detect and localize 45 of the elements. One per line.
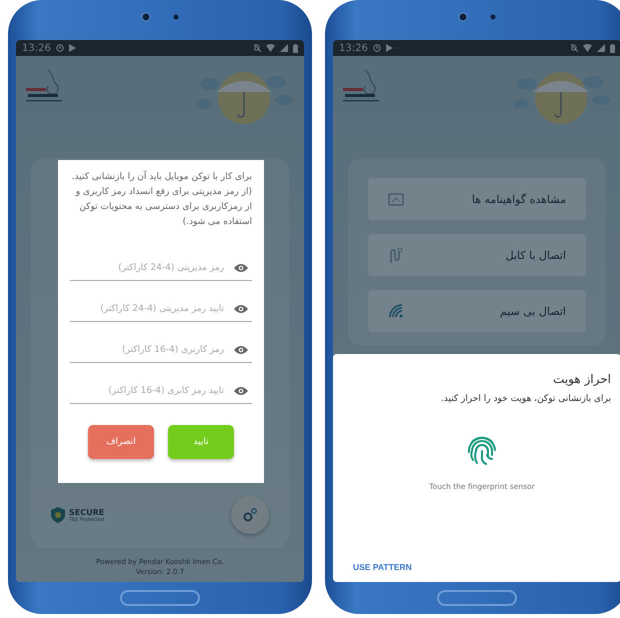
home-button[interactable] bbox=[120, 590, 200, 606]
wifi-icon bbox=[266, 44, 275, 52]
cancel-button[interactable]: انصراف bbox=[88, 425, 154, 459]
sheet-title: احراز هویت bbox=[552, 372, 611, 386]
eye-icon bbox=[234, 345, 248, 355]
password-field[interactable]: تایید رمز مدیریتی (4-24 کاراکتر) bbox=[74, 303, 226, 315]
sheet-message: برای بازنشانی توکن، هویت خود را احراز کنید. bbox=[440, 394, 611, 404]
sensor-icon bbox=[173, 14, 179, 20]
use-pattern-link[interactable]: USE PATTERN bbox=[353, 562, 412, 572]
dialog-message: برای کار با توکن موبایل باید آن را بازنشانی کنید. (از رمز مدیریتی برای رفع انسداد رمز کاربری و از رمزکاربری برای دسترسی به محتویات توکن استفاده می شود.) bbox=[70, 170, 252, 229]
alarm-icon bbox=[372, 44, 381, 52]
gears-icon bbox=[242, 507, 258, 523]
confirm-button[interactable]: تایید bbox=[168, 425, 234, 459]
status-time: 13:26 bbox=[339, 42, 368, 54]
eye-icon bbox=[234, 263, 248, 273]
home-button[interactable] bbox=[437, 590, 517, 606]
fingerprint-icon bbox=[465, 434, 499, 468]
eye-icon bbox=[234, 386, 248, 396]
password-field[interactable]: تایید رمز کابری (4-16 کاراکتر) bbox=[74, 385, 226, 397]
cable-icon bbox=[388, 247, 404, 263]
battery-icon bbox=[610, 44, 615, 52]
status-time: 13:26 bbox=[22, 42, 51, 54]
wifi-icon bbox=[583, 44, 592, 52]
secure-title: SECURE bbox=[69, 508, 104, 516]
password-field[interactable]: رمز مدیریتی (4-24 کاراکتر) bbox=[74, 262, 226, 274]
battery-icon bbox=[293, 44, 298, 52]
camera-icon bbox=[141, 12, 151, 22]
certificate-icon bbox=[388, 192, 404, 206]
signal-icon bbox=[597, 44, 605, 52]
settings-button[interactable] bbox=[231, 496, 269, 534]
mute-icon bbox=[253, 44, 261, 52]
mute-icon bbox=[570, 44, 578, 52]
shield-icon bbox=[51, 507, 65, 523]
sensor-icon bbox=[490, 14, 496, 20]
signal-icon bbox=[280, 44, 288, 52]
wireless-icon bbox=[388, 303, 404, 319]
password-field[interactable]: رمز کاربری (4-16 کاراکتر) bbox=[74, 344, 226, 356]
eye-icon bbox=[234, 304, 248, 314]
play-store-icon bbox=[386, 44, 393, 52]
alarm-icon bbox=[56, 44, 64, 52]
play-store-icon bbox=[68, 44, 76, 52]
camera-icon bbox=[458, 12, 468, 22]
menu-button[interactable]: مشاهده گواهینامه ها bbox=[368, 178, 586, 220]
menu-button[interactable]: اتصال بی سیم bbox=[368, 290, 586, 332]
menu-button[interactable]: اتصال با کابل bbox=[368, 234, 586, 276]
